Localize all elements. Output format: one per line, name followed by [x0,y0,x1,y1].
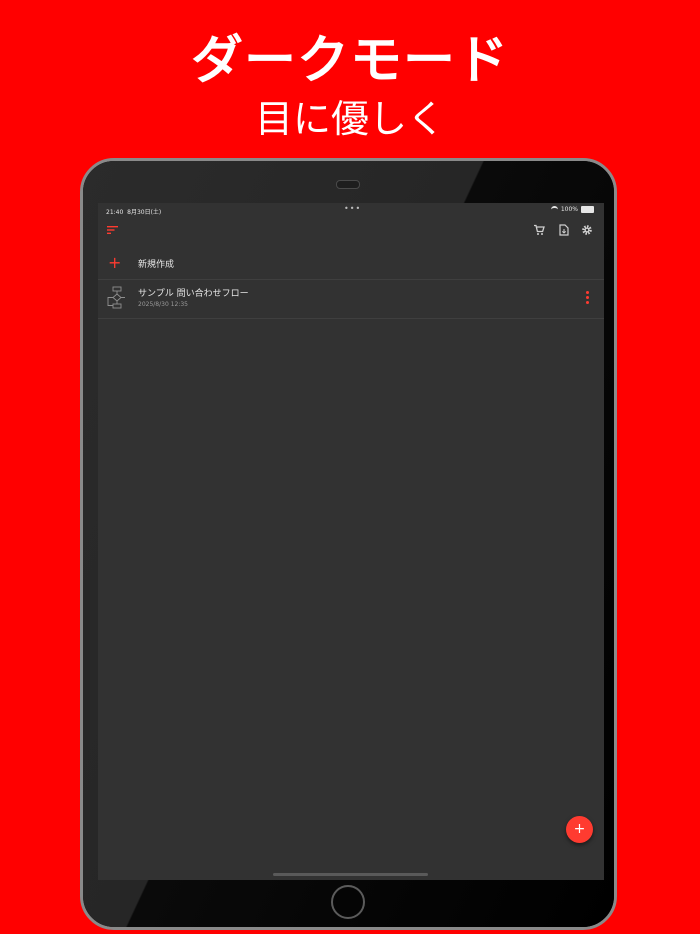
tablet-frame: 21:40 8月30日(土) ••• 100% + 新規作成 サンプル 問い合わ… [80,158,617,930]
status-date: 8月30日(土) [127,209,162,216]
list-item[interactable]: サンプル 問い合わせフロー 2025/8/30 12:35 [98,280,604,319]
import-file-icon[interactable] [556,223,570,237]
new-flow-row[interactable]: + 新規作成 [98,248,604,280]
battery-percent: 100% [560,206,578,213]
status-time: 21:40 8月30日(土) [106,209,162,216]
wifi-icon [550,206,558,213]
cart-icon[interactable] [532,223,546,237]
home-button[interactable] [331,885,365,919]
plus-icon: + [108,253,122,272]
app-screen: 21:40 8月30日(土) ••• 100% + 新規作成 サンプル 問い合わ… [98,203,604,880]
multitask-dots[interactable]: ••• [344,204,361,213]
sort-icon[interactable] [106,223,120,237]
flowchart-icon [106,286,128,314]
status-bar: 21:40 8月30日(土) ••• 100% [98,203,604,217]
camera [336,180,360,189]
promo-subline: 目に優しく [254,97,445,141]
promo-headline: ダークモード [190,31,509,91]
item-title: サンプル 問い合わせフロー [138,289,249,299]
battery-icon [581,206,594,213]
new-flow-label: 新規作成 [138,260,175,270]
gear-icon[interactable] [580,223,594,237]
item-date: 2025/8/30 12:35 [138,301,188,308]
status-indicators: 100% [550,206,594,213]
more-vert-icon[interactable] [586,291,590,304]
toolbar [98,219,604,241]
home-indicator [273,873,428,876]
add-fab-button[interactable]: + [566,816,593,843]
